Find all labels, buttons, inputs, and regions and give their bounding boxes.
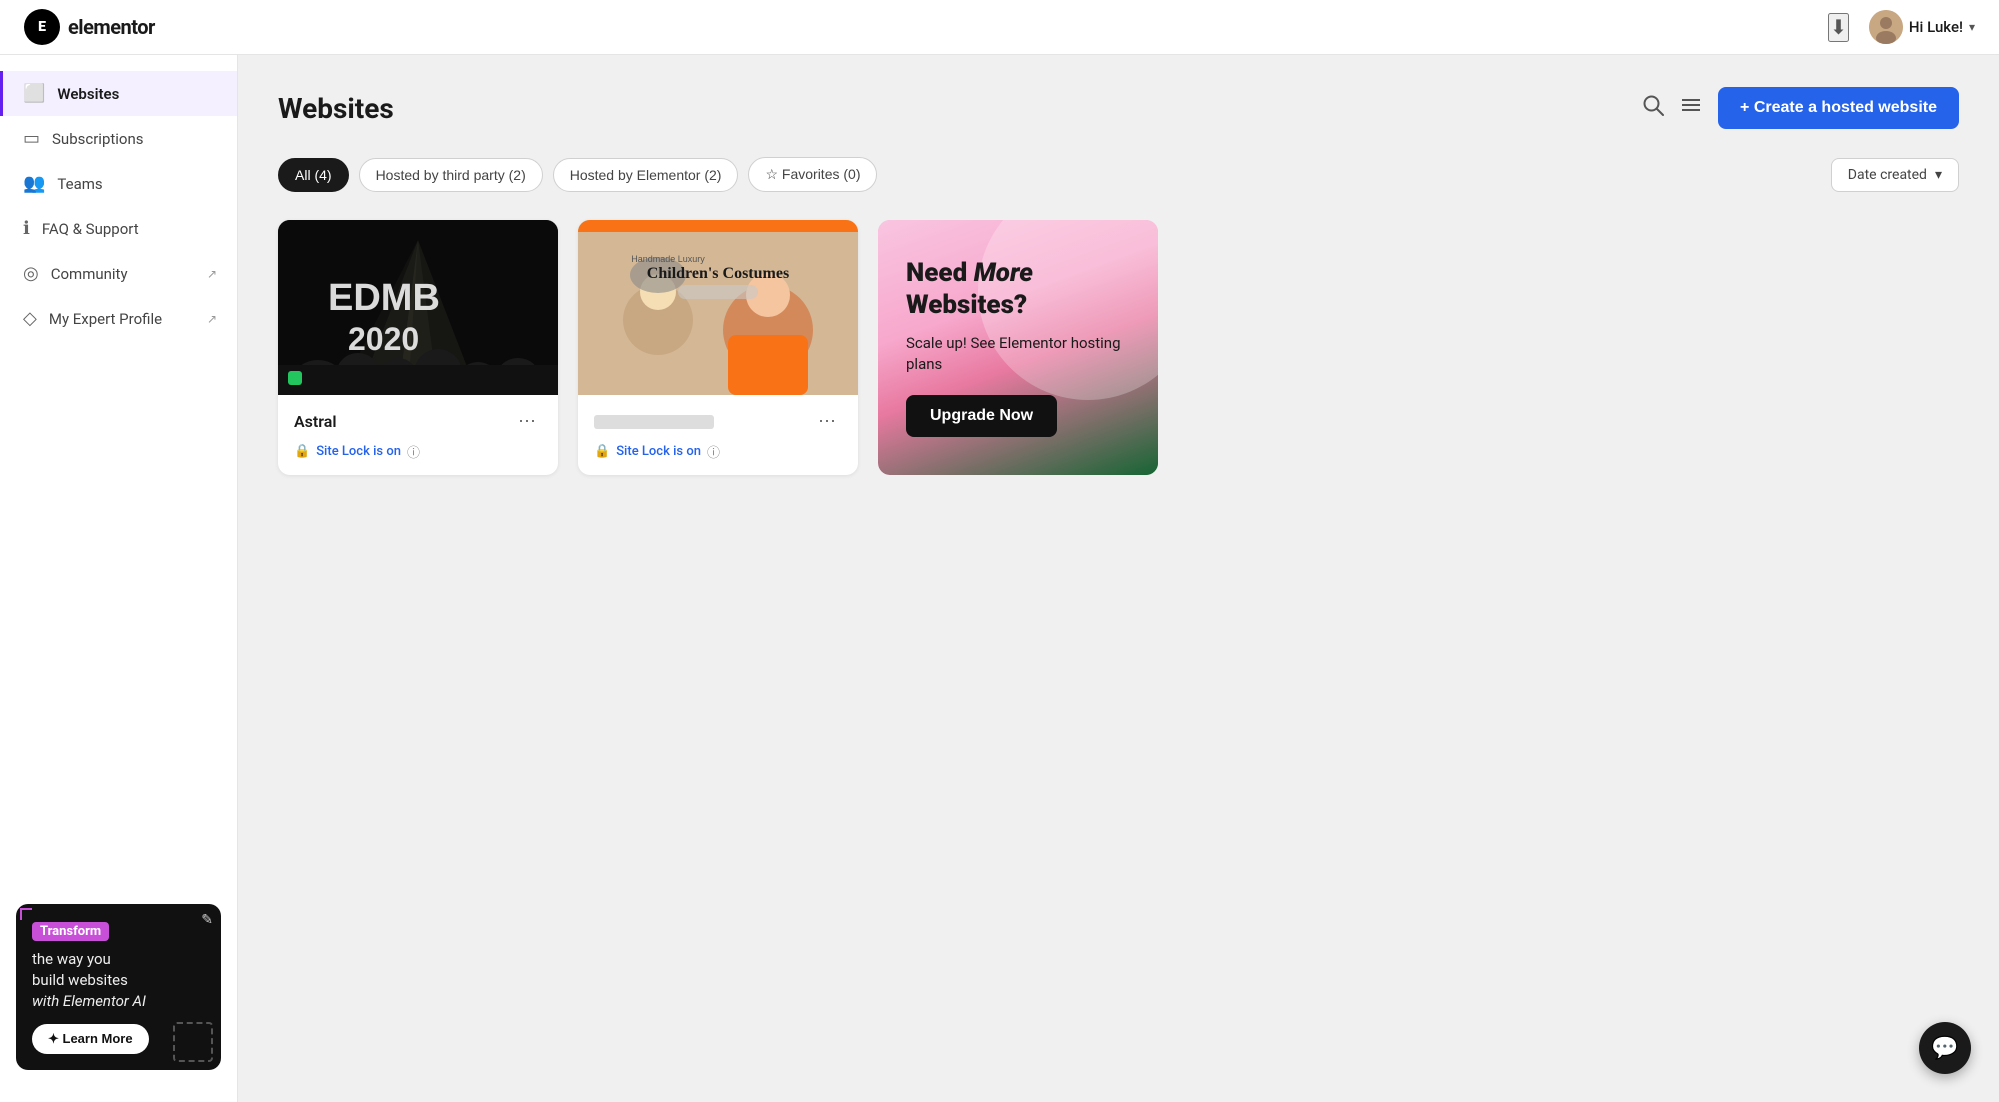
create-website-button[interactable]: + Create a hosted website <box>1718 87 1959 129</box>
card-menu-button-astral[interactable]: ⋯ <box>512 409 542 434</box>
filter-elementor-hosted[interactable]: Hosted by Elementor (2) <box>553 158 739 192</box>
site-lock-text-astral: Site Lock is on <box>316 444 401 459</box>
site-lock-astral: 🔒 Site Lock is on ⓘ <box>294 442 542 461</box>
header-actions: + Create a hosted website <box>1642 87 1959 129</box>
card-thumbnail-costumes: Handmade Luxury Children's Costumes <box>578 220 858 395</box>
astral-status-dot <box>288 371 302 385</box>
external-link-icon: ↗ <box>207 267 217 281</box>
card-title-row-costumes: ⋯ <box>594 409 842 434</box>
header-right: ⬇ Hi Luke! ▾ <box>1828 10 1975 44</box>
filter-all[interactable]: All (4) <box>278 158 349 192</box>
sidebar-promo: ✎ Transform the way youbuild websiteswit… <box>0 888 237 1086</box>
svg-text:Children's Costumes: Children's Costumes <box>647 265 789 282</box>
promo-text-italic: with Elementor AI <box>32 992 146 1010</box>
site-lock-costumes: 🔒 Site Lock is on ⓘ <box>594 442 842 461</box>
sidebar-item-community[interactable]: ◎ Community ↗ <box>0 251 237 296</box>
filter-row: All (4) Hosted by third party (2) Hosted… <box>278 157 1959 192</box>
upgrade-subtext: Scale up! See Elementor hosting plans <box>906 333 1130 375</box>
filter-third-party[interactable]: Hosted by third party (2) <box>359 158 543 192</box>
promo-card[interactable]: ✎ Transform the way youbuild websiteswit… <box>16 904 221 1070</box>
lock-icon-costumes: 🔒 <box>594 444 610 459</box>
card-body-costumes: ⋯ 🔒 Site Lock is on ⓘ <box>578 395 858 475</box>
chat-bubble[interactable]: 💬 <box>1919 1022 1971 1074</box>
sidebar-item-subscriptions[interactable]: ▭ Subscriptions <box>0 116 237 161</box>
card-body-astral: Astral ⋯ 🔒 Site Lock is on ⓘ <box>278 395 558 475</box>
logo-letter: E <box>38 19 46 35</box>
sidebar-label-community: Community <box>51 265 195 283</box>
search-button[interactable] <box>1642 94 1664 122</box>
page-title: Websites <box>278 92 394 125</box>
user-menu[interactable]: Hi Luke! ▾ <box>1869 10 1975 44</box>
community-icon: ◎ <box>23 263 39 284</box>
sort-label: Date created <box>1848 167 1927 183</box>
card-thumbnail-astral: EDMB 2020 <box>278 220 558 395</box>
upgrade-card[interactable]: Need MoreWebsites? Scale up! See Element… <box>878 220 1158 475</box>
list-view-button[interactable] <box>1680 94 1702 122</box>
chat-icon: 💬 <box>1931 1036 1958 1061</box>
website-icon: ⬜ <box>23 83 45 104</box>
teams-icon: 👥 <box>23 173 45 194</box>
svg-text:Handmade Luxury: Handmade Luxury <box>631 254 705 264</box>
main-content: Websites + Create a hosted website <box>238 55 1999 1102</box>
chevron-down-icon: ▾ <box>1969 20 1975 34</box>
card-menu-button-costumes[interactable]: ⋯ <box>812 409 842 434</box>
avatar <box>1869 10 1903 44</box>
info-icon-costumes[interactable]: ⓘ <box>707 442 720 461</box>
card-title-redacted-costumes <box>594 415 714 429</box>
expert-icon: ◇ <box>23 308 37 329</box>
costumes-thumbnail-image: Handmade Luxury Children's Costumes <box>578 220 858 395</box>
sidebar-item-faq[interactable]: ℹ FAQ & Support <box>0 206 237 251</box>
website-card-costumes[interactable]: Handmade Luxury Children's Costumes ⋯ 🔒 … <box>578 220 858 475</box>
astral-thumbnail-image: EDMB 2020 <box>278 220 558 395</box>
card-title-astral: Astral <box>294 412 337 431</box>
site-lock-text-costumes: Site Lock is on <box>616 444 701 459</box>
page-header: Websites + Create a hosted website <box>278 87 1959 129</box>
sidebar-label-teams: Teams <box>57 175 217 193</box>
sort-chevron-icon: ▾ <box>1935 167 1942 183</box>
website-card-astral[interactable]: EDMB 2020 Astral ⋯ 🔒 Site Lock is on ⓘ <box>278 220 558 475</box>
learn-more-button[interactable]: ✦ Learn More <box>32 1024 149 1054</box>
sidebar-item-expert-profile[interactable]: ◇ My Expert Profile ↗ <box>0 296 237 341</box>
lock-icon: 🔒 <box>294 444 310 459</box>
subscriptions-icon: ▭ <box>23 128 40 149</box>
sidebar-item-websites[interactable]: ⬜ Websites <box>0 71 237 116</box>
sidebar: ⬜ Websites ▭ Subscriptions 👥 Teams ℹ FAQ… <box>0 55 238 1102</box>
search-icon <box>1642 94 1664 116</box>
promo-text: the way youbuild websiteswith Elementor … <box>32 949 205 1012</box>
card-title-row-astral: Astral ⋯ <box>294 409 542 434</box>
faq-icon: ℹ <box>23 218 30 239</box>
promo-tag: Transform <box>32 922 109 941</box>
promo-edit-icon[interactable]: ✎ <box>201 912 213 928</box>
username: Hi Luke! <box>1909 18 1963 36</box>
promo-corner-decoration <box>20 908 32 920</box>
svg-text:2020: 2020 <box>348 321 419 357</box>
upgrade-card-content: Need MoreWebsites? Scale up! See Element… <box>906 258 1130 436</box>
sidebar-label-faq: FAQ & Support <box>42 220 217 238</box>
info-icon-astral[interactable]: ⓘ <box>407 442 420 461</box>
app-layout: ⬜ Websites ▭ Subscriptions 👥 Teams ℹ FAQ… <box>0 0 1999 1102</box>
download-button[interactable]: ⬇ <box>1828 13 1849 42</box>
logo[interactable]: E elementor <box>24 9 155 45</box>
top-header: E elementor ⬇ Hi Luke! ▾ <box>0 0 1999 55</box>
list-view-icon <box>1680 94 1702 116</box>
sidebar-label-subscriptions: Subscriptions <box>52 130 217 148</box>
logo-icon: E <box>24 9 60 45</box>
websites-grid: EDMB 2020 Astral ⋯ 🔒 Site Lock is on ⓘ <box>278 220 1959 475</box>
avatar-image <box>1869 10 1903 44</box>
svg-text:EDMB: EDMB <box>328 277 440 319</box>
sidebar-label-expert: My Expert Profile <box>49 310 195 328</box>
sort-dropdown[interactable]: Date created ▾ <box>1831 158 1959 192</box>
promo-corner-br <box>173 1022 213 1062</box>
upgrade-now-button[interactable]: Upgrade Now <box>906 395 1057 437</box>
external-link-icon-expert: ↗ <box>207 312 217 326</box>
sidebar-label-websites: Websites <box>57 85 217 103</box>
filter-favorites[interactable]: ☆ Favorites (0) <box>748 157 877 192</box>
logo-text: elementor <box>68 15 155 39</box>
sidebar-item-teams[interactable]: 👥 Teams <box>0 161 237 206</box>
upgrade-heading: Need MoreWebsites? <box>906 258 1130 320</box>
